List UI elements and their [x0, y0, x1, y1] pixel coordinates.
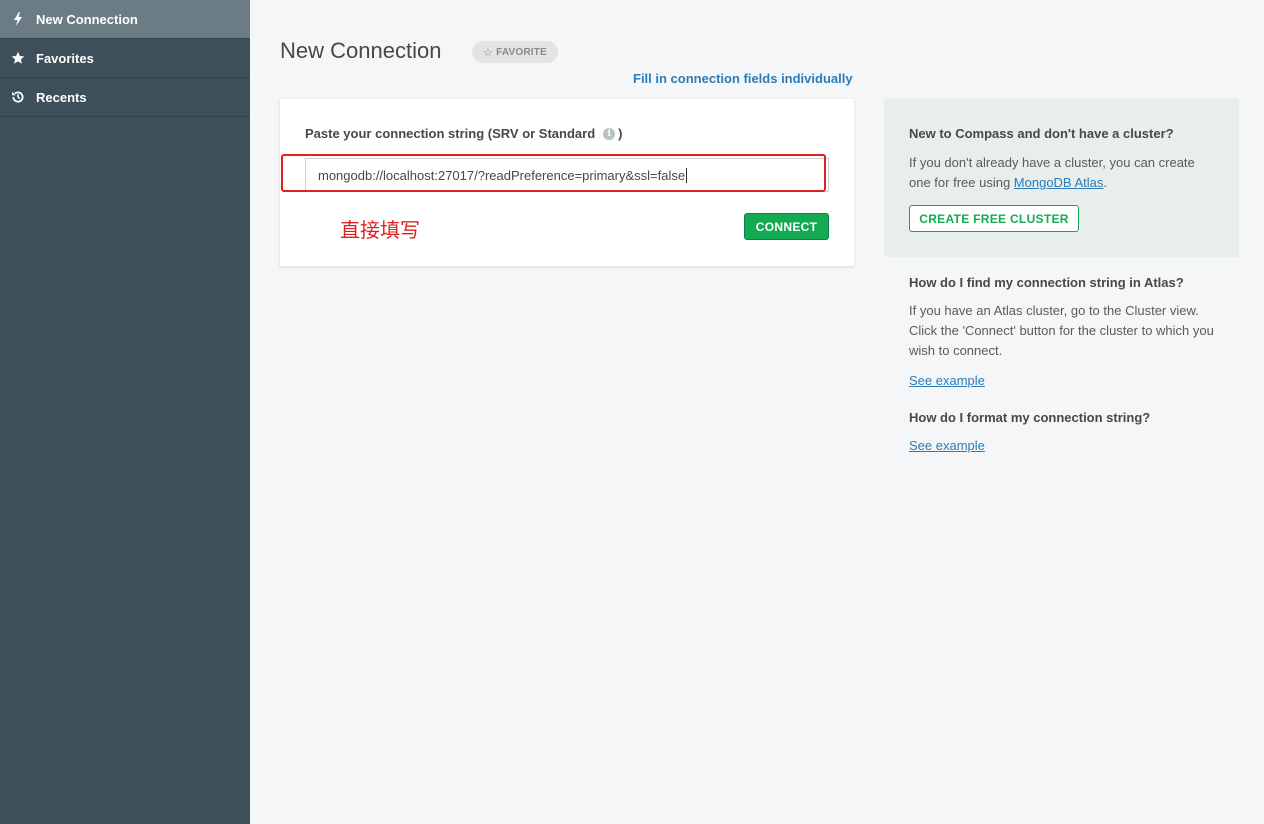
sidebar-item-new-connection[interactable]: New Connection — [0, 0, 250, 39]
mongodb-atlas-link[interactable]: MongoDB Atlas — [1014, 175, 1104, 190]
help-heading-find: How do I find my connection string in At… — [909, 275, 1184, 290]
connection-string-label-text: Paste your connection string (SRV or Sta… — [305, 126, 596, 141]
sidebar: New Connection Favorites Recents — [0, 0, 250, 824]
see-example-link-2-wrap: See example — [909, 436, 1219, 456]
help-heading-format: How do I format my connection string? — [909, 410, 1151, 425]
connection-string-value: mongodb://localhost:27017/?readPreferenc… — [318, 167, 686, 183]
create-free-cluster-button[interactable]: CREATE FREE CLUSTER — [909, 205, 1079, 232]
star-outline-icon: ☆ — [483, 46, 494, 59]
text-caret — [686, 167, 688, 183]
sidebar-item-favorites[interactable]: Favorites — [0, 39, 250, 78]
sidebar-item-label: Recents — [36, 89, 87, 105]
connect-button[interactable]: CONNECT — [744, 213, 829, 240]
help-heading-cluster: New to Compass and don't have a cluster? — [909, 126, 1174, 141]
sidebar-item-label: Favorites — [36, 50, 94, 66]
see-example-link-1[interactable]: See example — [909, 373, 985, 388]
help-panel-cluster: New to Compass and don't have a cluster?… — [884, 99, 1239, 257]
connection-string-label-close: ) — [618, 126, 623, 141]
connection-string-input[interactable]: mongodb://localhost:27017/?readPreferenc… — [305, 158, 829, 192]
info-icon[interactable]: i — [603, 127, 616, 140]
page-title: New Connection — [280, 38, 442, 63]
annotation-text: 直接填写 — [340, 218, 420, 242]
connection-card: Paste your connection string (SRV or Sta… — [280, 99, 854, 266]
help-panel-faq: How do I find my connection string in At… — [884, 257, 1239, 477]
sidebar-item-label: New Connection — [36, 11, 138, 27]
help-text-cluster: If you don't already have a cluster, you… — [909, 153, 1219, 193]
favorite-button[interactable]: ☆ FAVORITE — [472, 41, 558, 63]
connection-string-label: Paste your connection string (SRV or Sta… — [305, 126, 623, 141]
star-icon — [10, 50, 26, 66]
see-example-link-2[interactable]: See example — [909, 438, 985, 453]
help-text-find: If you have an Atlas cluster, go to the … — [909, 303, 1214, 358]
bolt-icon — [10, 11, 26, 27]
main-content: New Connection ☆ FAVORITE Fill in connec… — [250, 0, 1264, 824]
history-icon — [10, 89, 26, 105]
see-example-link-1-wrap: See example — [909, 371, 1219, 391]
fill-fields-link[interactable]: Fill in connection fields individually — [633, 71, 853, 86]
help-text-cluster-end: . — [1103, 175, 1108, 190]
favorite-label: FAVORITE — [496, 46, 547, 58]
sidebar-item-recents[interactable]: Recents — [0, 78, 250, 117]
